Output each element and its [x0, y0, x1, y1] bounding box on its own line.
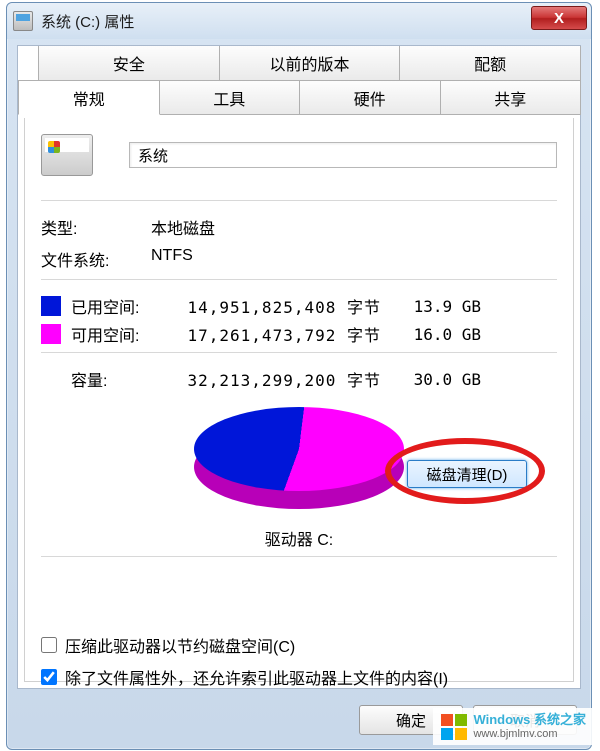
- type-label: 类型:: [41, 215, 151, 239]
- tab-tools[interactable]: 工具: [159, 80, 301, 115]
- tab-quota[interactable]: 配额: [399, 46, 581, 81]
- tab-strip: 安全 以前的版本 配额 常规 工具 硬件 共享: [18, 46, 580, 118]
- tab-hardware[interactable]: 硬件: [299, 80, 441, 115]
- watermark: Windows 系统之家 www.bjmlmv.com: [433, 708, 594, 745]
- capacity-row: 容量: 32,213,299,200 字节 30.0 GB: [41, 367, 557, 391]
- tab-security[interactable]: 安全: [38, 46, 220, 81]
- free-label: 可用空间:: [71, 322, 171, 346]
- watermark-brand: Windows 系统之家: [473, 712, 586, 728]
- used-bytes: 14,951,825,408 字节: [171, 294, 381, 318]
- pie-chart-area: 驱动器 C: 磁盘清理(D): [41, 407, 557, 550]
- capacity-label: 容量:: [71, 367, 171, 391]
- close-button[interactable]: X: [531, 6, 587, 30]
- capacity-gb: 30.0 GB: [381, 370, 481, 389]
- content-frame: 安全 以前的版本 配额 常规 工具 硬件 共享 类型: 本地磁盘 文件: [17, 45, 581, 689]
- properties-dialog: 系统 (C:) 属性 X 安全 以前的版本 配额 常规 工具 硬件 共享: [6, 2, 592, 750]
- drive-icon-large: [41, 134, 93, 176]
- used-space-row: 已用空间: 14,951,825,408 字节 13.9 GB: [41, 294, 557, 318]
- tab-general[interactable]: 常规: [18, 80, 160, 115]
- drive-letter-label: 驱动器 C:: [41, 526, 557, 550]
- free-gb: 16.0 GB: [381, 325, 481, 344]
- compress-label: 压缩此驱动器以节约磁盘空间(C): [65, 633, 295, 657]
- divider: [41, 556, 557, 557]
- general-panel: 类型: 本地磁盘 文件系统: NTFS 已用空间: 14,951,825,408…: [24, 118, 574, 682]
- index-checkbox-row[interactable]: 除了文件属性外，还允许索引此驱动器上文件的内容(I): [41, 665, 557, 689]
- drive-icon: [13, 11, 33, 31]
- volume-name-input[interactable]: [129, 142, 557, 168]
- compress-checkbox[interactable]: [41, 637, 57, 653]
- type-value: 本地磁盘: [151, 215, 215, 239]
- usage-pie-chart: [194, 407, 404, 517]
- watermark-site: www.bjmlmv.com: [473, 728, 586, 741]
- divider: [41, 352, 557, 353]
- disk-cleanup-button[interactable]: 磁盘清理(D): [407, 460, 527, 488]
- free-space-row: 可用空间: 17,261,473,792 字节 16.0 GB: [41, 322, 557, 346]
- compress-checkbox-row[interactable]: 压缩此驱动器以节约磁盘空间(C): [41, 633, 557, 657]
- filesystem-label: 文件系统:: [41, 247, 151, 271]
- tab-previous-versions[interactable]: 以前的版本: [219, 46, 401, 81]
- used-gb: 13.9 GB: [381, 297, 481, 316]
- tab-sharing[interactable]: 共享: [440, 80, 582, 115]
- window-title: 系统 (C:) 属性: [41, 11, 134, 32]
- index-label: 除了文件属性外，还允许索引此驱动器上文件的内容(I): [65, 665, 448, 689]
- titlebar[interactable]: 系统 (C:) 属性 X: [7, 3, 591, 39]
- free-swatch-icon: [41, 324, 61, 344]
- index-checkbox[interactable]: [41, 669, 57, 685]
- free-bytes: 17,261,473,792 字节: [171, 322, 381, 346]
- used-label: 已用空间:: [71, 294, 171, 318]
- filesystem-value: NTFS: [151, 247, 193, 271]
- used-swatch-icon: [41, 296, 61, 316]
- capacity-bytes: 32,213,299,200 字节: [171, 367, 381, 391]
- divider: [41, 279, 557, 280]
- windows-logo-icon: [441, 714, 467, 740]
- divider: [41, 200, 557, 201]
